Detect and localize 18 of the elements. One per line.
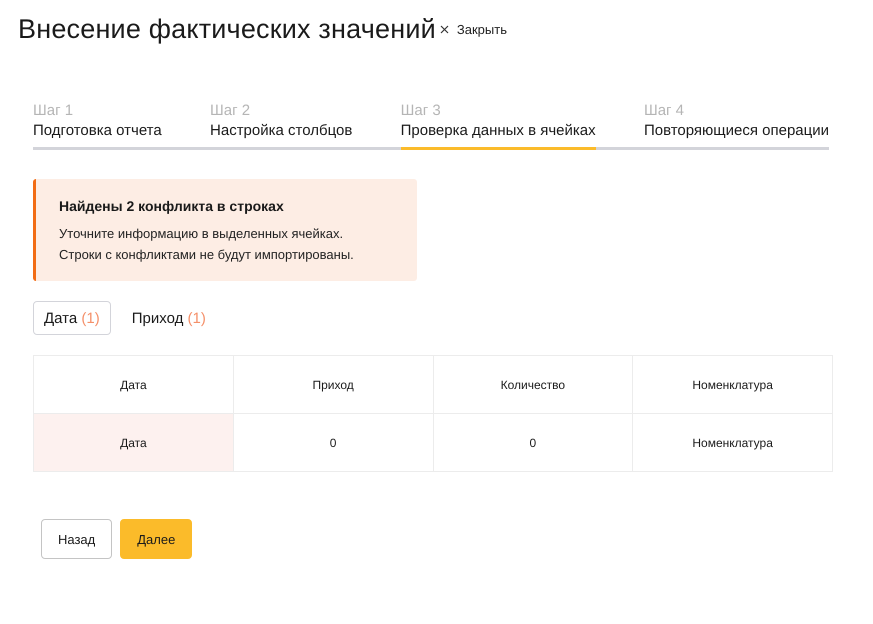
- alert-text: Уточните информацию в выделенных ячейках.: [59, 225, 344, 243]
- table-cell: 0: [233, 414, 433, 472]
- back-button[interactable]: Назад: [41, 519, 112, 559]
- column-header: Дата: [34, 356, 234, 414]
- alert-title: Найдены 2 конфликта в строках: [59, 198, 285, 214]
- alert-text: Строки с конфликтами не будут импортированы.: [59, 246, 355, 264]
- table-cell: Номенклатура: [632, 414, 832, 472]
- page-title: Внесение фактических значений: [18, 14, 436, 45]
- next-button[interactable]: Далее: [120, 519, 192, 559]
- filter-tab[interactable]: Дата (1): [33, 301, 111, 335]
- table-cell: 0: [433, 414, 633, 472]
- step-tab[interactable]: Шаг 1 Подготовка отчета: [33, 101, 162, 150]
- step-tab[interactable]: Шаг 4 Повторяющиеся операции: [644, 101, 829, 150]
- conflict-cell: Дата: [34, 414, 234, 472]
- close-button[interactable]: Закрыть: [436, 22, 507, 37]
- step-tab[interactable]: Шаг 3 Проверка данных в ячейках: [400, 101, 596, 150]
- close-icon: [440, 25, 449, 34]
- step-tab[interactable]: Шаг 2 Настройка столбцов: [210, 101, 352, 150]
